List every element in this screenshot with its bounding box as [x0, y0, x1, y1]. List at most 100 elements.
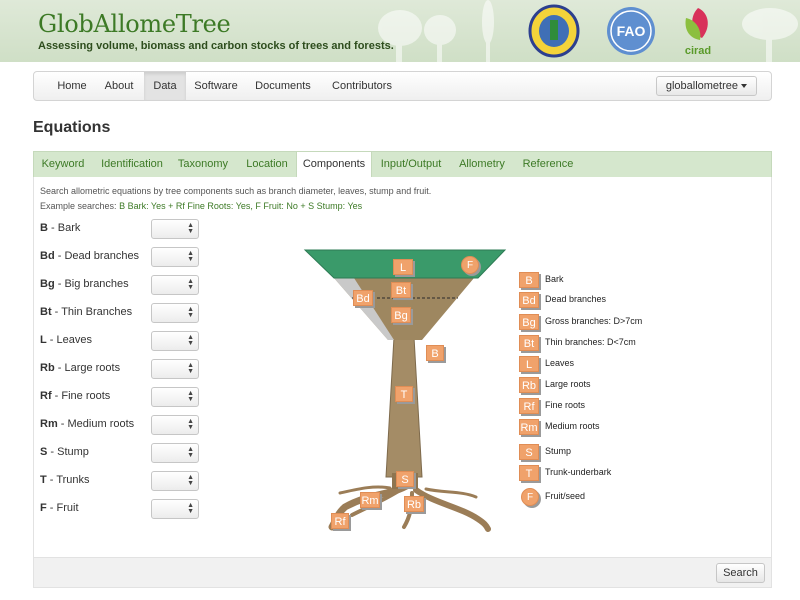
- page-title: Equations: [33, 119, 111, 136]
- search-tabs: Keyword Identification Taxonomy Location…: [33, 151, 772, 178]
- diagram-tag-thin-branches[interactable]: Bt: [391, 282, 411, 298]
- legend-label: Dead branches: [545, 294, 607, 304]
- nav-about[interactable]: About: [96, 72, 142, 100]
- examples-text[interactable]: B Bark: Yes + Rf Fine Roots: Yes, F Frui…: [119, 201, 362, 211]
- legend-badge: F: [521, 488, 539, 506]
- large-roots-select[interactable]: ▲ ▼: [151, 359, 199, 379]
- leaves-select[interactable]: ▲ ▼: [151, 331, 199, 351]
- example-searches: Example searches: B Bark: Yes + Rf Fine …: [40, 201, 362, 211]
- diagram-tag-dead-branches[interactable]: Bd: [353, 290, 373, 306]
- fine-roots-select[interactable]: ▲ ▼: [151, 387, 199, 407]
- medium-roots-select[interactable]: ▲ ▼: [151, 415, 199, 435]
- tab-allometry[interactable]: Allometry: [450, 152, 514, 178]
- bark-select[interactable]: ▲ ▼: [151, 219, 199, 239]
- user-menu-label: globallometree: [665, 80, 738, 92]
- stepper-arrows-icon: ▲ ▼: [187, 222, 194, 235]
- component-label: Bt - Thin Branches: [40, 306, 133, 318]
- component-label: Bd - Dead branches: [40, 250, 140, 262]
- tab-location[interactable]: Location: [238, 152, 296, 178]
- stepper-arrows-icon: ▲ ▼: [187, 390, 194, 403]
- header-banner: GlobAllomeTree Assessing volume, biomass…: [0, 0, 800, 62]
- diagram-tag-big-branches[interactable]: Bg: [391, 307, 411, 323]
- big-branches-select[interactable]: ▲ ▼: [151, 275, 199, 295]
- tab-reference[interactable]: Reference: [514, 152, 582, 178]
- diagram-tag-medium-roots[interactable]: Rm: [360, 492, 380, 508]
- component-label: B - Bark: [40, 222, 81, 234]
- thin-branches-select[interactable]: ▲ ▼: [151, 303, 199, 323]
- fao-logo-text: FAO: [617, 23, 646, 39]
- tab-taxonomy[interactable]: Taxonomy: [172, 152, 234, 178]
- legend-label: Medium roots: [545, 421, 600, 431]
- component-label: T - Trunks: [40, 474, 90, 486]
- legend-label: Fruit/seed: [545, 491, 586, 501]
- legend-badge: Bg: [519, 314, 539, 330]
- stepper-arrows-icon: ▲ ▼: [187, 474, 194, 487]
- legend-label: Trunk-underbark: [545, 467, 612, 477]
- diagram-tag-large-roots[interactable]: Rb: [404, 496, 424, 512]
- stepper-arrows-icon: ▲ ▼: [187, 334, 194, 347]
- nav-contributors[interactable]: Contributors: [322, 72, 402, 100]
- nav-software[interactable]: Software: [186, 72, 246, 100]
- nav-documents[interactable]: Documents: [248, 72, 318, 100]
- stepper-arrows-icon: ▲ ▼: [187, 502, 194, 515]
- component-label: Rf - Fine roots: [40, 390, 111, 402]
- legend-badge: Rm: [519, 419, 539, 435]
- legend-badge: Rf: [519, 398, 539, 414]
- component-label: L - Leaves: [40, 334, 92, 346]
- diagram-tag-bark[interactable]: B: [426, 345, 444, 361]
- legend-label: Fine roots: [545, 400, 586, 410]
- fao-logo: FAO: [607, 7, 655, 55]
- stump-select[interactable]: ▲ ▼: [151, 443, 199, 463]
- component-label: Rm - Medium roots: [40, 418, 135, 430]
- diagram-tag-leaves[interactable]: L: [393, 259, 413, 275]
- diagram-tag-stump[interactable]: S: [396, 471, 414, 487]
- search-button[interactable]: Search: [716, 563, 765, 583]
- fruit-select[interactable]: ▲ ▼: [151, 499, 199, 519]
- cirad-logo-text: cirad: [685, 45, 711, 57]
- diagram-tag-fine-roots[interactable]: Rf: [331, 513, 349, 529]
- legend-badge: Bt: [519, 335, 539, 351]
- stepper-arrows-icon: ▲ ▼: [187, 418, 194, 431]
- university-seal-logo: [528, 4, 580, 58]
- tab-identification[interactable]: Identification: [92, 152, 172, 178]
- legend-label: Gross branches: D>7cm: [545, 316, 643, 326]
- caret-down-icon: [741, 84, 747, 89]
- component-label: Bg - Big branches: [40, 278, 129, 290]
- cirad-logo: cirad: [685, 8, 711, 57]
- legend-badge: S: [519, 444, 539, 460]
- legend-label: Large roots: [545, 379, 591, 389]
- dead-branches-select[interactable]: ▲ ▼: [151, 247, 199, 267]
- legend-badge: T: [519, 465, 539, 481]
- diagram-tag-fruit[interactable]: F: [461, 256, 479, 274]
- stepper-arrows-icon: ▲ ▼: [187, 362, 194, 375]
- legend-badge: L: [519, 356, 539, 372]
- legend-label: Bark: [545, 274, 564, 284]
- legend-label: Thin branches: D<7cm: [545, 337, 636, 347]
- component-label: F - Fruit: [40, 502, 79, 514]
- site-title[interactable]: GlobAllomeTree: [38, 10, 231, 38]
- tree-trunk: [385, 336, 423, 478]
- legend-label: Stump: [545, 446, 572, 456]
- component-label: S - Stump: [40, 446, 89, 458]
- legend-badge: Rb: [519, 377, 539, 393]
- stepper-arrows-icon: ▲ ▼: [187, 250, 194, 263]
- legend-label: Leaves: [545, 358, 575, 368]
- stepper-arrows-icon: ▲ ▼: [187, 306, 194, 319]
- form-actions-bar: Search: [33, 557, 772, 588]
- nav-home[interactable]: Home: [48, 72, 96, 100]
- stepper-arrows-icon: ▲ ▼: [187, 278, 194, 291]
- site-tagline: Assessing volume, biomass and carbon sto…: [38, 40, 394, 52]
- legend-badge: Bd: [519, 292, 539, 308]
- legend-badge: B: [519, 272, 539, 288]
- stepper-arrows-icon: ▲ ▼: [187, 446, 194, 459]
- trunks-select[interactable]: ▲ ▼: [151, 471, 199, 491]
- tab-keyword[interactable]: Keyword: [34, 152, 92, 178]
- tab-components[interactable]: Components: [296, 152, 372, 178]
- main-navbar: Home About Data Software Documents Contr…: [33, 71, 772, 101]
- user-menu-dropdown[interactable]: globallometree: [655, 76, 757, 96]
- diagram-tag-trunk[interactable]: T: [395, 386, 413, 402]
- nav-data[interactable]: Data: [144, 72, 186, 100]
- component-label: Rb - Large roots: [40, 362, 121, 374]
- panel-description: Search allometric equations by tree comp…: [40, 186, 432, 196]
- tab-input-output[interactable]: Input/Output: [376, 152, 446, 178]
